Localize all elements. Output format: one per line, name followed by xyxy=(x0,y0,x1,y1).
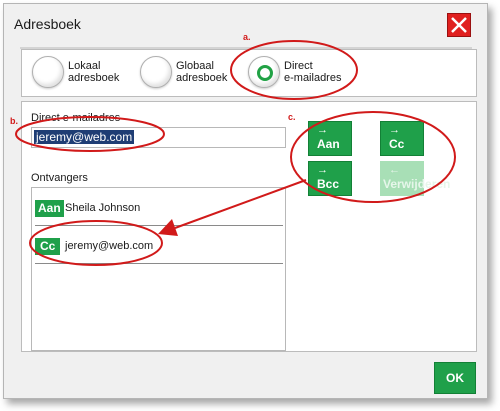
annotation-label-c: c. xyxy=(288,112,296,122)
annotation-ellipse-b xyxy=(15,116,165,152)
annotation-overlay xyxy=(15,40,456,266)
annotation-ellipse-recipient xyxy=(29,220,163,266)
annotation-ellipse-a xyxy=(230,40,358,100)
annotation-arrow-head xyxy=(158,219,178,236)
annotation-arrow-line xyxy=(174,179,307,229)
annotation-label-b: b. xyxy=(10,116,18,126)
annotation-label-a: a. xyxy=(243,32,251,42)
annotation-ellipse-c xyxy=(290,111,456,203)
